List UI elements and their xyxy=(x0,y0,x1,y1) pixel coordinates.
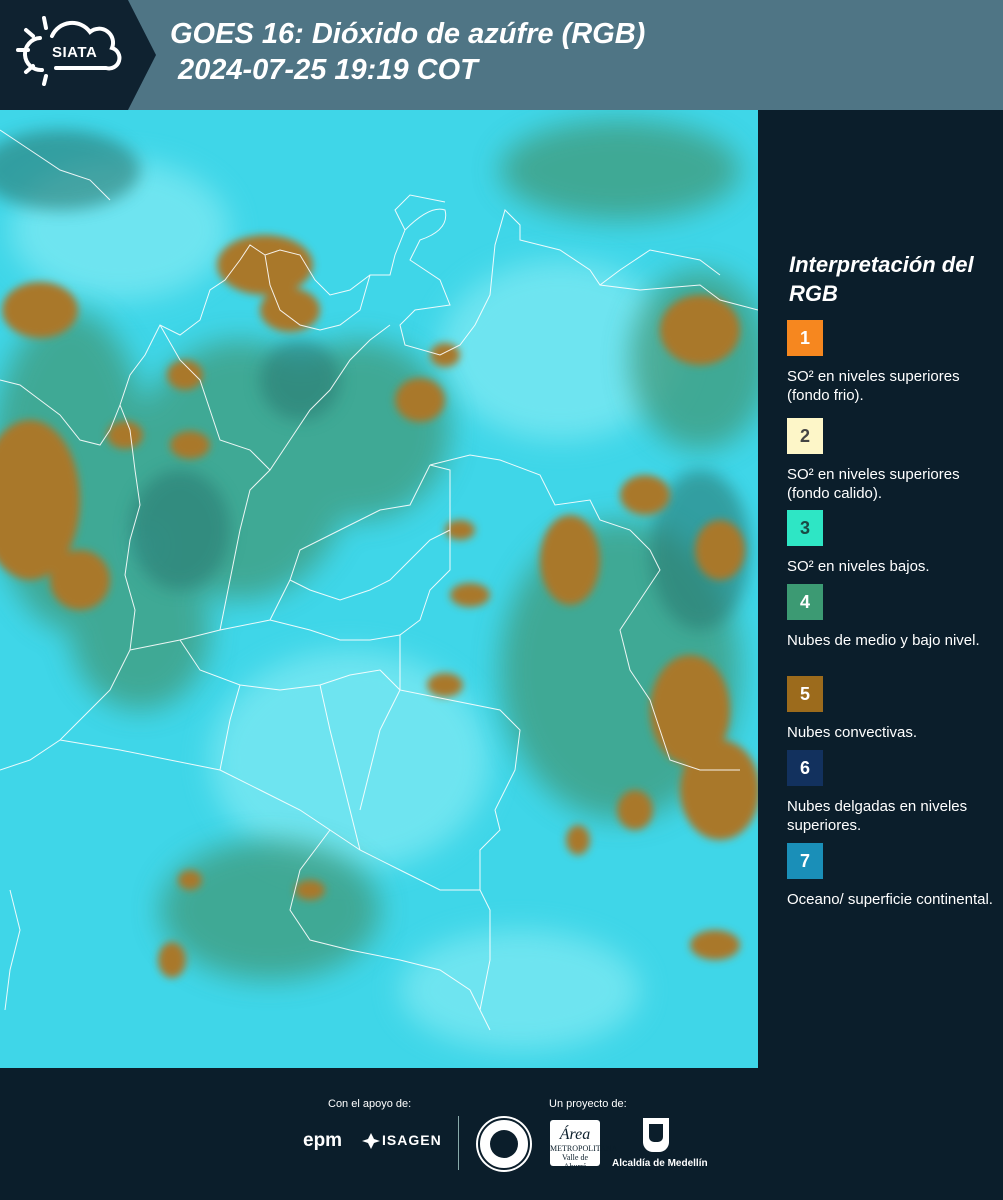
logo-arrow xyxy=(128,0,156,110)
legend-swatch-5: 5 xyxy=(787,676,823,712)
isagen-icon xyxy=(362,1133,380,1149)
legend-text-7: Oceano/ superficie continental. xyxy=(787,891,993,908)
area-metropolitana-logo: Área METROPOLITANA Valle de Aburrá xyxy=(550,1120,617,1171)
alcaldia-shield-icon xyxy=(643,1118,669,1152)
satellite-map xyxy=(0,110,758,1068)
siata-logo-text: SIATA xyxy=(52,44,98,61)
project-caption: Un proyecto de: xyxy=(549,1098,627,1110)
legend-text-5: Nubes convectivas. xyxy=(787,724,918,741)
legend-item-5: 5 Nubes convectivas. xyxy=(787,676,997,742)
rgb-satellite-image xyxy=(0,110,758,1068)
alcaldia-logo-text: Alcaldía de Medellín xyxy=(612,1158,708,1169)
title-product: GOES 16: Dióxido de azúfre (RGB) xyxy=(170,18,646,50)
legend-item-2: 2 SO² en niveles superiores (fondo calid… xyxy=(787,418,997,503)
isagen-logo: ISAGEN xyxy=(382,1132,442,1148)
epm-logo: epm xyxy=(303,1130,343,1151)
footer: Con el apoyo de: Un proyecto de: epm ISA… xyxy=(0,1068,1003,1200)
legend-swatch-3: 3 xyxy=(787,510,823,546)
footer-divider xyxy=(458,1116,459,1170)
legend-item-7: 7 Oceano/ superficie continental. xyxy=(787,843,997,909)
legend-title: Interpretación del RGB xyxy=(789,252,974,306)
amva-logo-word: Área xyxy=(559,1126,591,1143)
medellin-seal-icon xyxy=(478,1118,530,1170)
legend-text-3: SO² en niveles bajos. xyxy=(787,558,930,575)
legend-item-3: 3 SO² en niveles bajos. xyxy=(787,510,997,576)
legend-swatch-7: 7 xyxy=(787,843,823,879)
legend-swatch-4: 4 xyxy=(787,584,823,620)
legend-swatch-6: 6 xyxy=(787,750,823,786)
title-timestamp: 2024-07-25 19:19 COT xyxy=(178,54,478,86)
legend-text-4: Nubes de medio y bajo nivel. xyxy=(787,632,980,649)
support-caption: Con el apoyo de: xyxy=(328,1098,412,1110)
legend-swatch-1: 1 xyxy=(787,320,823,356)
legend-item-4: 4 Nubes de medio y bajo nivel. xyxy=(787,584,997,650)
logo-panel: SIATA xyxy=(0,0,128,110)
legend-swatch-2: 2 xyxy=(787,418,823,454)
header-bar: SIATA GOES 16: Dióxido de azúfre (RGB) 2… xyxy=(0,0,1003,110)
legend-text-1: SO² en niveles superiores (fondo frio). xyxy=(787,368,960,404)
page-title: GOES 16: Dióxido de azúfre (RGB) 2024-07… xyxy=(170,16,645,88)
legend-panel: Interpretación del RGB 1 SO² en niveles … xyxy=(759,110,1003,1068)
legend-text-2: SO² en niveles superiores (fondo calido)… xyxy=(787,466,960,502)
legend-text-6: Nubes delgadas en niveles superiores. xyxy=(787,798,968,834)
legend-item-6: 6 Nubes delgadas en niveles superiores. xyxy=(787,750,997,835)
legend-item-1: 1 SO² en niveles superiores (fondo frio)… xyxy=(787,320,997,405)
amva-logo-sub: METROPOLITANA Valle de Aburrá xyxy=(550,1144,618,1171)
